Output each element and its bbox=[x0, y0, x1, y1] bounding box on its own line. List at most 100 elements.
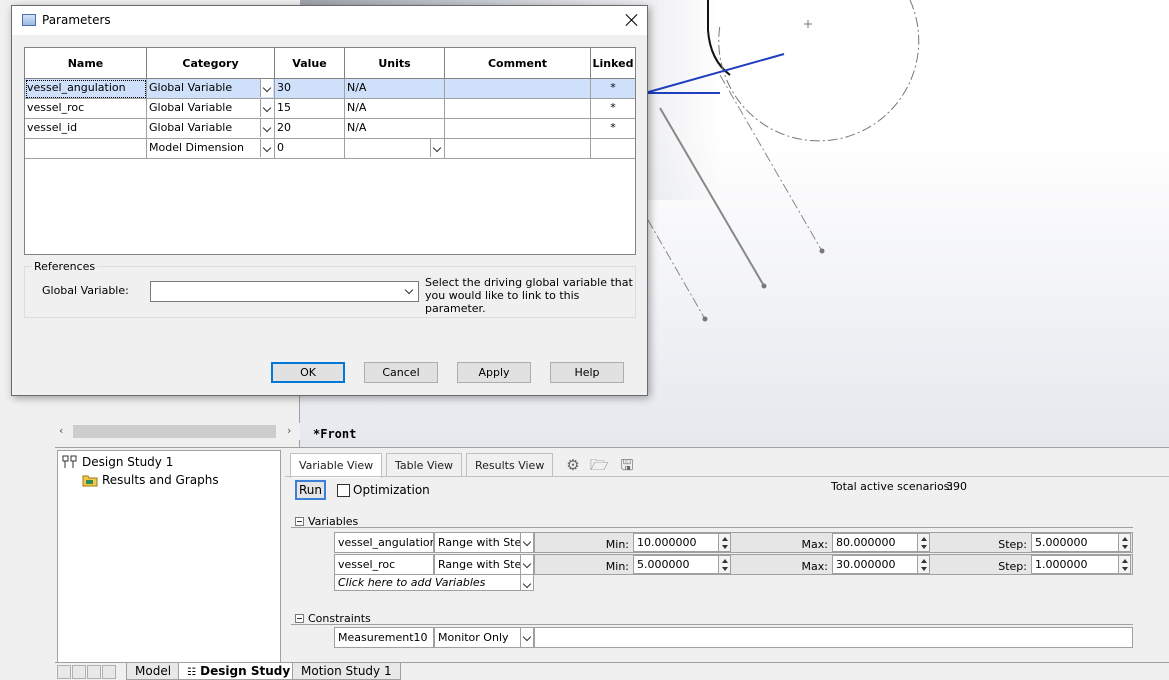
cell-category[interactable]: Global Variable bbox=[147, 99, 275, 119]
step-field[interactable]: 1.000000 bbox=[1031, 555, 1131, 574]
cell-value[interactable]: 30 bbox=[275, 79, 345, 99]
min-value: 5.000000 bbox=[637, 558, 690, 571]
chevron-down-icon[interactable] bbox=[260, 119, 273, 137]
min-field[interactable]: 5.000000 bbox=[633, 555, 731, 574]
cell-name[interactable]: vessel_angulation bbox=[25, 79, 147, 99]
scroll-thumb[interactable] bbox=[73, 425, 276, 438]
tab-results-view[interactable]: Results View bbox=[466, 453, 554, 477]
cell-linked[interactable]: * bbox=[591, 99, 635, 119]
max-field[interactable]: 80.000000 bbox=[832, 533, 930, 552]
construction-line-2 bbox=[647, 219, 706, 320]
cell-linked[interactable] bbox=[591, 139, 635, 159]
chevron-down-icon[interactable] bbox=[520, 533, 533, 552]
tree-item-design-study[interactable]: Design Study 1 bbox=[62, 455, 173, 469]
variable-type-select[interactable]: Range with Step bbox=[434, 532, 534, 553]
cell-category[interactable]: Global Variable bbox=[147, 79, 275, 99]
collapse-icon[interactable] bbox=[295, 517, 304, 526]
chevron-down-icon[interactable] bbox=[260, 139, 273, 157]
tab-model[interactable]: Model bbox=[126, 663, 181, 680]
cancel-button[interactable]: Cancel bbox=[364, 362, 438, 383]
tab-variable-view[interactable]: Variable View bbox=[290, 453, 383, 478]
next-tab-icon[interactable] bbox=[87, 665, 101, 679]
tab-strip-divider bbox=[285, 476, 1169, 477]
step-value: 5.000000 bbox=[1035, 536, 1088, 549]
scroll-right-icon[interactable]: › bbox=[287, 424, 291, 437]
add-variables-row[interactable]: Click here to add Variables bbox=[334, 574, 534, 591]
max-field[interactable]: 30.000000 bbox=[832, 555, 930, 574]
sketch-outline-curve bbox=[707, 0, 731, 76]
column-header-units[interactable]: Units bbox=[345, 48, 445, 79]
cell-linked[interactable]: * bbox=[591, 79, 635, 99]
spinner-icon[interactable] bbox=[917, 534, 929, 551]
constraint-type-select[interactable]: Monitor Only bbox=[434, 627, 534, 648]
min-field[interactable]: 10.000000 bbox=[633, 533, 731, 552]
help-button[interactable]: Help bbox=[550, 362, 624, 383]
cell-value[interactable]: 15 bbox=[275, 99, 345, 119]
cell-category[interactable]: Global Variable bbox=[147, 119, 275, 139]
chevron-down-icon[interactable] bbox=[260, 99, 273, 117]
spinner-icon[interactable] bbox=[718, 534, 730, 551]
step-field[interactable]: 5.000000 bbox=[1031, 533, 1131, 552]
column-header-category[interactable]: Category bbox=[147, 48, 275, 79]
chevron-down-icon[interactable] bbox=[430, 139, 443, 157]
close-icon[interactable] bbox=[624, 12, 640, 28]
cell-comment[interactable] bbox=[445, 79, 591, 99]
tab-motion-study-1[interactable]: Motion Study 1 bbox=[292, 663, 401, 680]
variable-name[interactable]: vessel_roc bbox=[334, 554, 434, 575]
chevron-down-icon[interactable] bbox=[520, 555, 533, 574]
chevron-down-icon[interactable] bbox=[520, 575, 533, 590]
run-button[interactable]: Run bbox=[295, 480, 326, 500]
ok-button[interactable]: OK bbox=[271, 362, 345, 383]
save-icon[interactable]: 🖫 bbox=[618, 456, 636, 474]
column-header-value[interactable]: Value bbox=[275, 48, 345, 79]
references-help-text: Select the driving global variable that … bbox=[425, 276, 633, 315]
cell-name[interactable] bbox=[25, 139, 147, 159]
dialog-titlebar[interactable]: Parameters bbox=[12, 6, 647, 35]
cell-comment[interactable] bbox=[445, 119, 591, 139]
cell-value[interactable]: 0 bbox=[275, 139, 345, 159]
cell-category[interactable]: Model Dimension bbox=[147, 139, 275, 159]
spinner-icon[interactable] bbox=[1118, 556, 1130, 573]
construction-arc bbox=[718, 0, 920, 142]
tree-item-results-graphs[interactable]: Results and Graphs bbox=[82, 473, 219, 487]
constraint-name[interactable]: Measurement10 bbox=[334, 627, 434, 648]
optimization-checkbox[interactable] bbox=[337, 484, 350, 497]
tab-table-view[interactable]: Table View bbox=[386, 453, 463, 477]
global-variable-select[interactable] bbox=[150, 281, 419, 302]
cell-units[interactable]: N/A bbox=[345, 99, 445, 119]
category-value: Global Variable bbox=[149, 81, 233, 94]
cell-name[interactable]: vessel_roc bbox=[25, 99, 147, 119]
tree-item-label: Design Study 1 bbox=[82, 455, 174, 469]
spinner-icon[interactable] bbox=[917, 556, 929, 573]
spinner-icon[interactable] bbox=[1118, 534, 1130, 551]
variable-name[interactable]: vessel_angulation bbox=[334, 532, 434, 553]
cell-units[interactable] bbox=[345, 139, 445, 159]
column-header-linked[interactable]: Linked bbox=[591, 48, 635, 79]
global-variable-label: Global Variable: bbox=[42, 284, 129, 297]
first-tab-icon[interactable] bbox=[57, 665, 71, 679]
open-folder-icon[interactable]: 🗁 bbox=[590, 456, 609, 474]
apply-button[interactable]: Apply bbox=[457, 362, 531, 383]
variable-type-select[interactable]: Range with Step bbox=[434, 554, 534, 575]
column-header-comment[interactable]: Comment bbox=[445, 48, 591, 79]
variable-type: Range with Step bbox=[438, 536, 529, 549]
study-tree: Design Study 1 Results and Graphs bbox=[57, 450, 281, 663]
horizontal-scrollbar[interactable]: ‹ › bbox=[55, 423, 300, 440]
last-tab-icon[interactable] bbox=[102, 665, 116, 679]
prev-tab-icon[interactable] bbox=[72, 665, 86, 679]
cell-name[interactable]: vessel_id bbox=[25, 119, 147, 139]
scroll-left-icon[interactable]: ‹ bbox=[59, 424, 63, 437]
dialog-title: Parameters bbox=[42, 13, 111, 27]
cell-units[interactable]: N/A bbox=[345, 79, 445, 99]
spinner-icon[interactable] bbox=[718, 556, 730, 573]
gear-icon[interactable]: ⚙ bbox=[564, 456, 582, 474]
collapse-icon[interactable] bbox=[295, 614, 304, 623]
cell-units[interactable]: N/A bbox=[345, 119, 445, 139]
chevron-down-icon[interactable] bbox=[260, 79, 273, 97]
cell-comment[interactable] bbox=[445, 99, 591, 119]
cell-linked[interactable]: * bbox=[591, 119, 635, 139]
cell-value[interactable]: 20 bbox=[275, 119, 345, 139]
column-header-name[interactable]: Name bbox=[25, 48, 147, 79]
chevron-down-icon[interactable] bbox=[520, 628, 533, 647]
cell-comment[interactable] bbox=[445, 139, 591, 159]
